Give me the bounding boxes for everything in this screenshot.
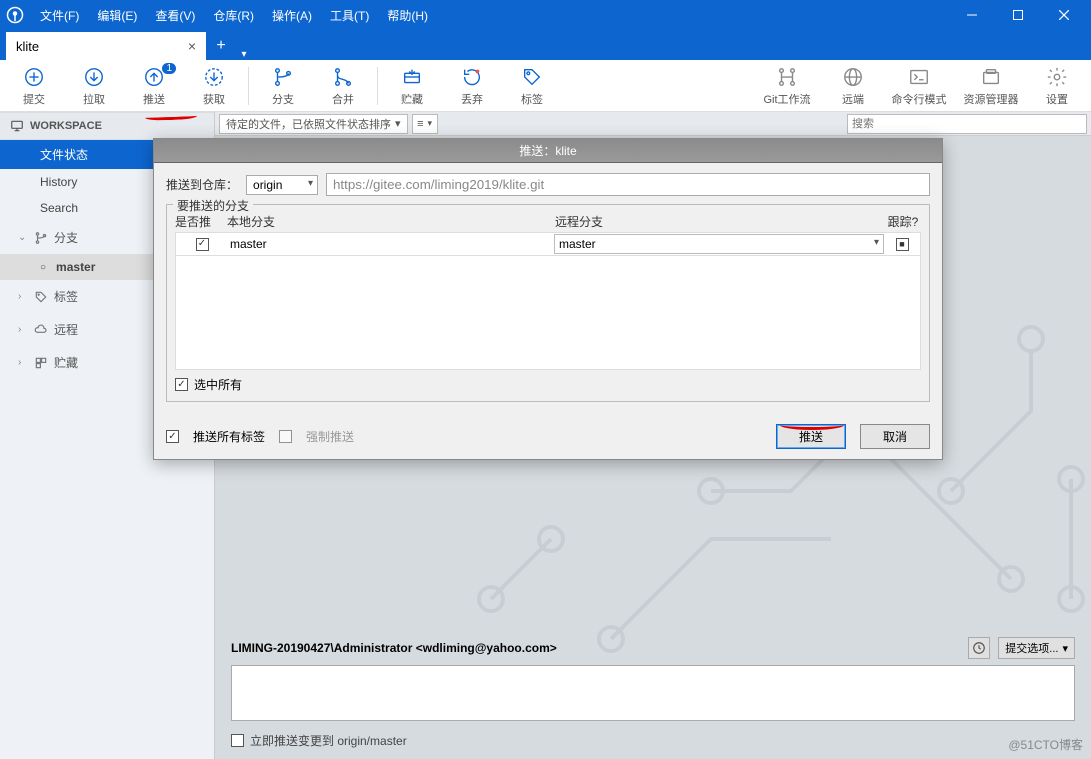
branches-legend: 要推送的分支 (173, 197, 253, 214)
push-dialog: 推送：klite 推送到仓库： origin 要推送的分支 是否推 本地分支 远… (153, 138, 943, 460)
close-button[interactable] (1041, 0, 1087, 30)
gitflow-icon (775, 65, 799, 89)
clock-icon (972, 641, 986, 655)
pull-button[interactable]: 拉取 (64, 65, 124, 107)
force-push-label: 强制推送 (306, 428, 354, 445)
cloud-icon (34, 323, 48, 337)
minimize-button[interactable] (949, 0, 995, 30)
gear-icon (1045, 65, 1069, 89)
tag-icon (34, 290, 48, 304)
push-button[interactable]: 1推送 (124, 65, 184, 107)
remote-url-input[interactable] (326, 173, 930, 196)
push-badge: 1 (162, 63, 176, 74)
globe-icon (841, 65, 865, 89)
local-branch-name: master (228, 237, 554, 251)
branch-row: master master (175, 232, 921, 256)
explorer-icon (979, 65, 1003, 89)
col-track: 跟踪? (885, 213, 921, 230)
monitor-icon (10, 119, 24, 133)
push-immediately-label: 立即推送变更到 origin/master (250, 732, 407, 749)
terminal-icon (907, 65, 931, 89)
fetch-icon (202, 65, 226, 89)
tag-icon (520, 65, 544, 89)
merge-icon (331, 65, 355, 89)
filter-pending[interactable]: 待定的文件，已依照文件状态排序▾ (219, 114, 408, 134)
remote-branch-select[interactable]: master (554, 234, 884, 254)
menu-tools[interactable]: 工具(T) (322, 3, 377, 28)
col-local: 本地分支 (227, 213, 555, 230)
dialog-title: 推送：klite (154, 139, 942, 163)
filter-view-mode[interactable]: ≡ ▾ (412, 114, 438, 134)
terminal-button[interactable]: 命令行模式 (883, 65, 955, 107)
track-checkbox[interactable] (896, 238, 909, 251)
branch-icon (271, 65, 295, 89)
select-all-checkbox[interactable] (175, 378, 188, 391)
watermark: @51CTO博客 (1008, 736, 1083, 753)
stash-icon (34, 356, 48, 370)
push-immediately-checkbox[interactable] (231, 734, 244, 747)
stash-button[interactable]: 贮藏 (382, 65, 442, 107)
menu-repo[interactable]: 仓库(R) (205, 3, 262, 28)
tab-menu-chevron[interactable]: ▾ (236, 49, 252, 60)
chevron-down-icon: ▾ (1062, 642, 1068, 655)
history-button[interactable] (968, 637, 990, 659)
chevron-right-icon: › (18, 357, 28, 368)
menu-help[interactable]: 帮助(H) (379, 3, 436, 28)
close-tab-icon[interactable]: × (188, 38, 196, 54)
menu-edit[interactable]: 编辑(E) (89, 3, 145, 28)
tag-button[interactable]: 标签 (502, 65, 562, 107)
menu-action[interactable]: 操作(A) (264, 3, 320, 28)
branch-icon (34, 231, 48, 245)
pull-icon (82, 65, 106, 89)
push-to-label: 推送到仓库： (166, 176, 238, 193)
commit-message-input[interactable] (231, 665, 1075, 721)
discard-button[interactable]: 丢弃 (442, 65, 502, 107)
cancel-button[interactable]: 取消 (860, 424, 930, 449)
remote-button[interactable]: 远端 (823, 65, 883, 107)
explorer-button[interactable]: 资源管理器 (955, 65, 1027, 107)
push-all-tags-label: 推送所有标签 (193, 428, 265, 445)
push-all-tags-checkbox[interactable] (166, 430, 179, 443)
repo-tab-label: klite (16, 39, 39, 54)
commit-user: LIMING-20190427\Administrator <wdliming@… (231, 641, 960, 655)
commit-icon (22, 65, 46, 89)
search-input[interactable] (847, 114, 1087, 134)
branch-button[interactable]: 分支 (253, 65, 313, 107)
remote-select[interactable]: origin (246, 175, 318, 195)
maximize-button[interactable] (995, 0, 1041, 30)
menu-file[interactable]: 文件(F) (32, 3, 87, 28)
commit-button[interactable]: 提交 (4, 65, 64, 107)
chevron-down-icon: ▾ (395, 117, 401, 130)
new-tab-button[interactable]: + (206, 32, 236, 60)
push-branch-checkbox[interactable] (196, 238, 209, 251)
col-remote: 远程分支 (555, 213, 885, 230)
menu-view[interactable]: 查看(V) (147, 3, 203, 28)
select-all-label: 选中所有 (194, 376, 242, 393)
annotation-mark (780, 420, 844, 430)
repo-tab[interactable]: klite × (6, 32, 206, 60)
discard-icon (460, 65, 484, 89)
stash-icon (400, 65, 424, 89)
app-logo (4, 4, 26, 26)
chevron-right-icon: › (18, 291, 28, 302)
chevron-down-icon: ⌄ (18, 232, 28, 243)
commit-options-button[interactable]: 提交选项...▾ (998, 637, 1075, 659)
col-push: 是否推 (175, 213, 227, 230)
merge-button[interactable]: 合并 (313, 65, 373, 107)
chevron-right-icon: › (18, 324, 28, 335)
settings-button[interactable]: 设置 (1027, 65, 1087, 107)
force-push-checkbox[interactable] (279, 430, 292, 443)
gitflow-button[interactable]: Git工作流 (751, 65, 823, 107)
fetch-button[interactable]: 获取 (184, 65, 244, 107)
